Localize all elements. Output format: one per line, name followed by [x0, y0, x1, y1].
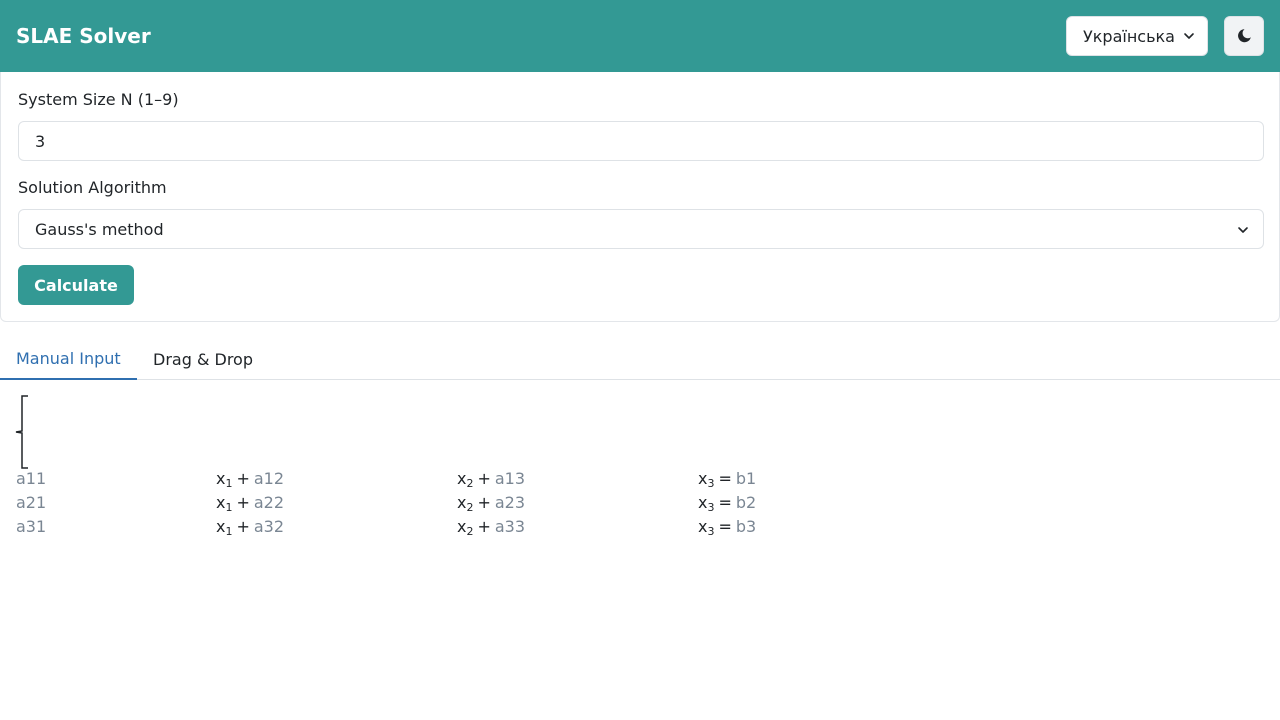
rhs-input[interactable]: b3: [736, 517, 756, 536]
variable-label: x3: [698, 493, 715, 514]
moon-icon: [1238, 29, 1251, 43]
algorithm-select-value: Gauss's method: [35, 219, 164, 239]
coefficient-input[interactable]: a22: [254, 493, 284, 512]
coefficient-input[interactable]: a33: [495, 517, 525, 536]
variable-label: x2: [457, 517, 474, 538]
equation-row-2: a21 x1 + a22 x2 + a23 x3 = b2: [0, 491, 1280, 515]
coefficient-input[interactable]: a31: [16, 517, 46, 536]
language-select[interactable]: Українська: [1066, 16, 1208, 56]
equation-row-1: a11 x1 + a12 x2 + a13 x3 = b1: [0, 467, 1280, 491]
algorithm-select[interactable]: Gauss's method: [18, 209, 1264, 249]
input-tabs: Manual Input Drag & Drop: [0, 338, 1280, 380]
coefficient-input[interactable]: a23: [495, 493, 525, 512]
plus-sign: +: [236, 469, 250, 488]
rhs-input[interactable]: b1: [736, 469, 756, 488]
chevron-down-icon: [1238, 227, 1248, 233]
variable-label: x1: [216, 469, 233, 490]
tab-manual-input[interactable]: Manual Input: [0, 338, 137, 380]
coefficient-input[interactable]: a11: [16, 469, 46, 488]
app-title: SLAE Solver: [16, 24, 151, 48]
variable-label: x2: [457, 469, 474, 490]
tab-drag-and-drop[interactable]: Drag & Drop: [137, 338, 269, 380]
settings-card: System Size N (1–9) 3 Solution Algorithm…: [0, 72, 1280, 322]
variable-label: x3: [698, 517, 715, 538]
equals-sign: =: [718, 469, 732, 488]
theme-toggle-button[interactable]: [1224, 16, 1264, 56]
algorithm-label: Solution Algorithm: [18, 178, 167, 197]
system-size-input[interactable]: 3: [18, 121, 1264, 161]
system-brace-icon: [15, 395, 28, 469]
plus-sign: +: [236, 517, 250, 536]
variable-label: x1: [216, 493, 233, 514]
coefficient-input[interactable]: a12: [254, 469, 284, 488]
variable-label: x2: [457, 493, 474, 514]
plus-sign: +: [477, 517, 491, 536]
system-size-label: System Size N (1–9): [18, 90, 179, 109]
language-select-value: Українська: [1083, 26, 1175, 46]
top-bar: SLAE Solver Українська: [0, 0, 1280, 72]
equals-sign: =: [718, 493, 732, 512]
plus-sign: +: [477, 493, 491, 512]
plus-sign: +: [236, 493, 250, 512]
calculate-button[interactable]: Calculate: [18, 265, 134, 305]
variable-label: x3: [698, 469, 715, 490]
chevron-down-icon: [1184, 33, 1194, 39]
plus-sign: +: [477, 469, 491, 488]
equation-row-3: a31 x1 + a32 x2 + a33 x3 = b3: [0, 515, 1280, 539]
coefficient-input[interactable]: a32: [254, 517, 284, 536]
rhs-input[interactable]: b2: [736, 493, 756, 512]
equals-sign: =: [718, 517, 732, 536]
coefficient-input[interactable]: a13: [495, 469, 525, 488]
coefficient-input[interactable]: a21: [16, 493, 46, 512]
variable-label: x1: [216, 517, 233, 538]
system-size-value: 3: [35, 131, 46, 151]
